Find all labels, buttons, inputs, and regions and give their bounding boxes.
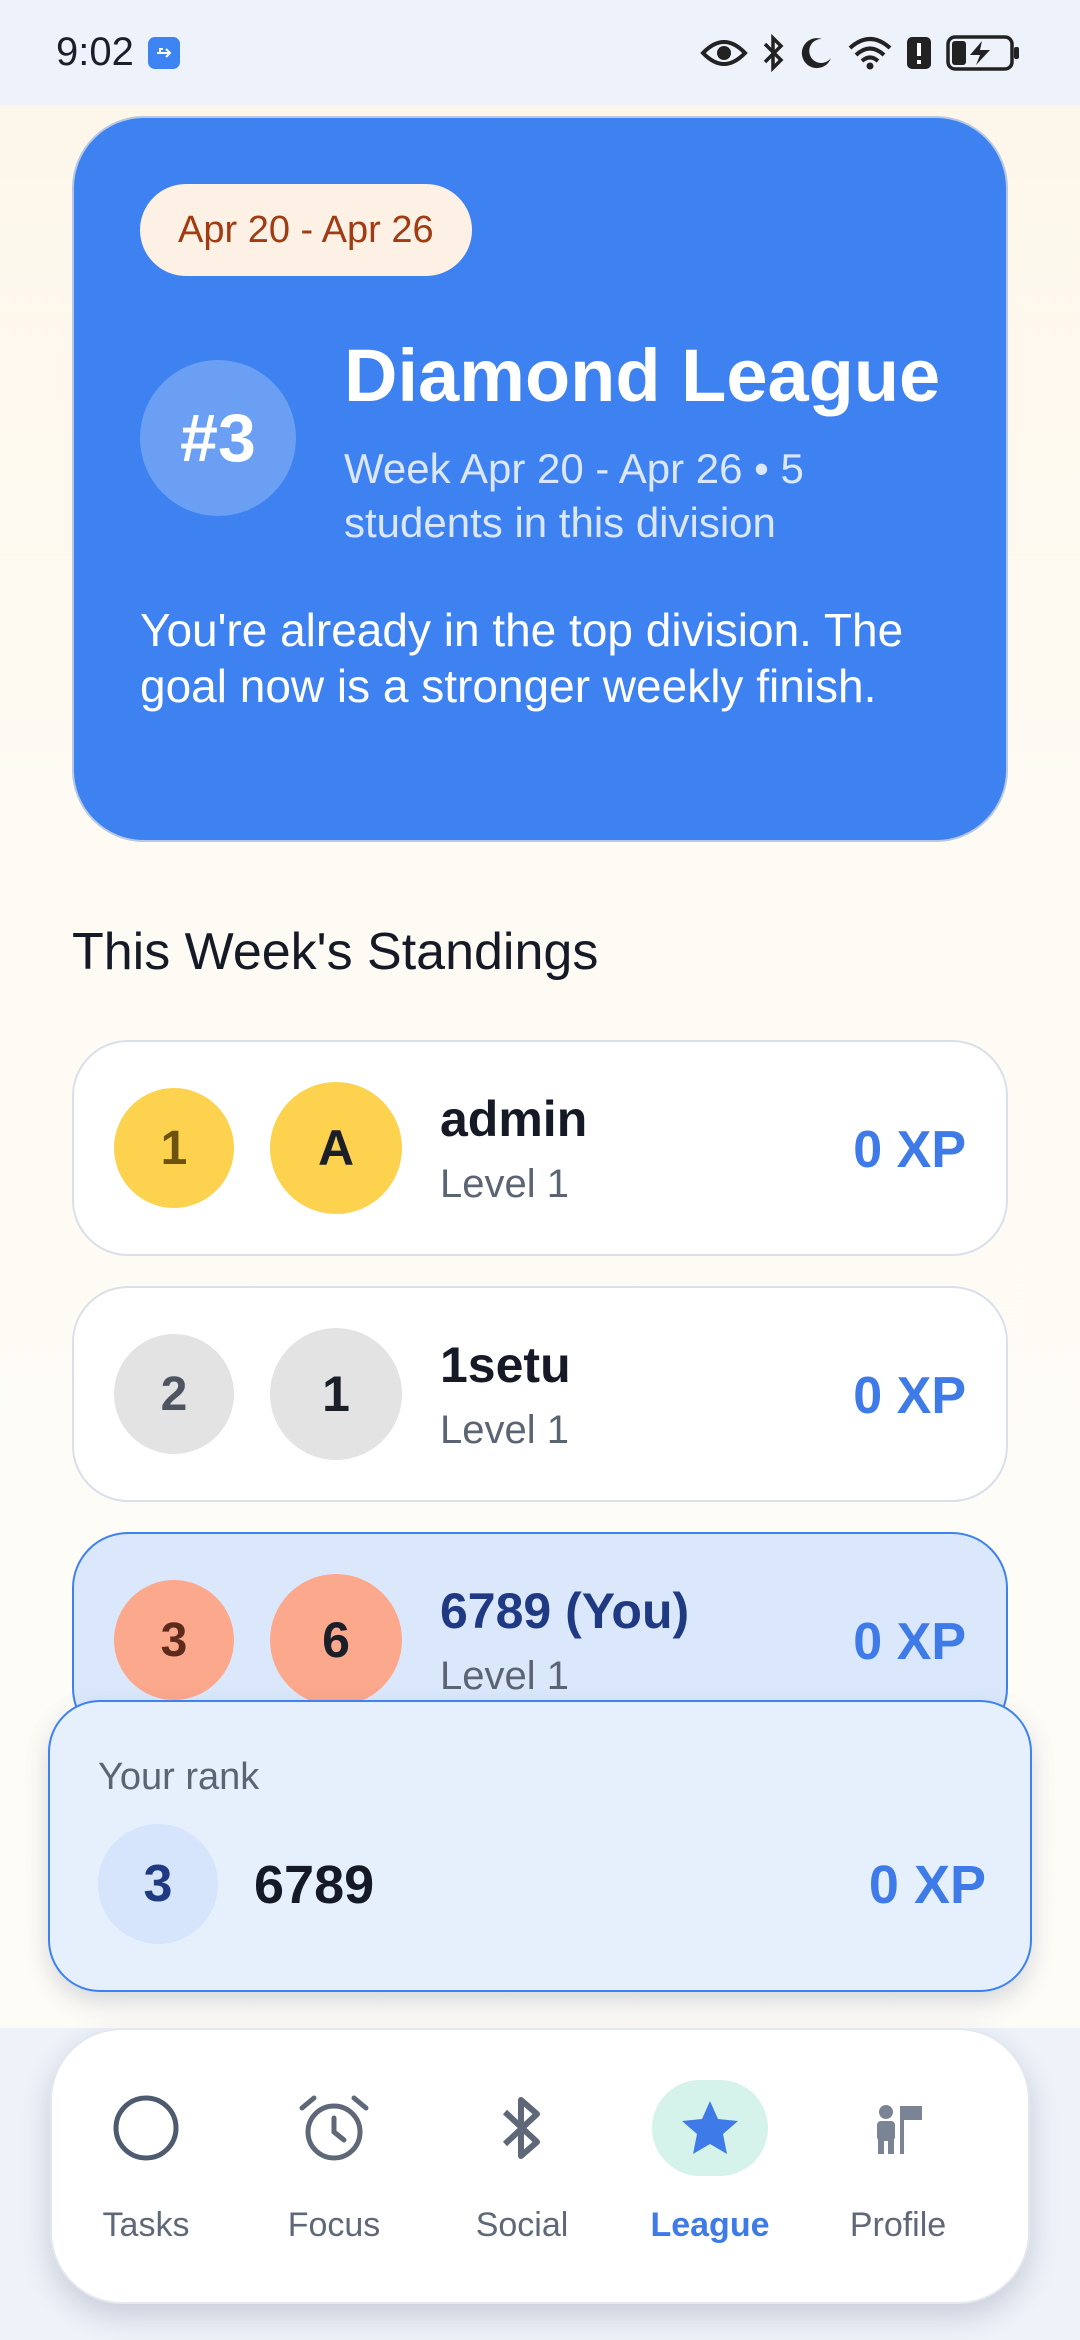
user-level: Level 1	[440, 1408, 569, 1452]
nav-label: Tasks	[102, 2206, 190, 2244]
wifi-icon	[848, 36, 892, 70]
bluetooth-icon	[762, 33, 786, 72]
your-rank-label: Your rank	[98, 1756, 260, 1798]
league-hero-card: Apr 20 - Apr 26 #3 Diamond League Week A…	[72, 116, 1008, 842]
avatar: 1	[270, 1328, 402, 1460]
league-message: You're already in the top division. The …	[140, 604, 904, 712]
star-icon	[652, 2080, 768, 2176]
position-badge: 3	[114, 1580, 234, 1700]
date-range-pill: Apr 20 - Apr 26	[140, 184, 472, 276]
position-badge: 2	[114, 1334, 234, 1454]
circle-icon	[88, 2080, 204, 2176]
eye-icon	[700, 37, 748, 69]
standing-row[interactable]: 2 1 1setu Level 1 0 XP	[72, 1286, 1008, 1502]
standing-row[interactable]: 1 A admin Level 1 0 XP	[72, 1040, 1008, 1256]
your-rank-position: 3	[98, 1824, 218, 1944]
nav-label: League	[650, 2206, 770, 2244]
your-rank-card[interactable]: Your rank 3 6789 0 XP	[48, 1700, 1032, 1992]
nav-tasks[interactable]: Tasks	[52, 2030, 240, 2306]
bluetooth-icon	[464, 2080, 580, 2176]
user-name: 6789 (You)	[440, 1583, 690, 1639]
bottom-nav: Tasks Focus Social League Profile	[50, 2028, 1030, 2304]
nav-label: Social	[475, 2206, 569, 2244]
your-rank-name: 6789	[254, 1855, 375, 1915]
nav-league[interactable]: League	[616, 2030, 804, 2306]
user-xp: 0 XP	[853, 1367, 966, 1425]
nav-focus[interactable]: Focus	[240, 2030, 428, 2306]
nav-social[interactable]: Social	[428, 2030, 616, 2306]
nav-label: Profile	[849, 2206, 947, 2244]
moon-icon	[800, 36, 834, 70]
status-bar: 9:02	[0, 0, 1080, 105]
battery-charging-icon	[946, 34, 1020, 71]
your-rank-xp: 0 XP	[868, 1855, 986, 1915]
avatar: 6	[270, 1574, 402, 1706]
alert-icon	[906, 36, 932, 70]
user-level: Level 1	[440, 1162, 569, 1206]
avatar: A	[270, 1082, 402, 1214]
status-bar-right	[700, 33, 1020, 72]
league-subtitle: Week Apr 20 - Apr 26 • 5 students in thi…	[344, 445, 804, 546]
league-title: Diamond League	[344, 334, 941, 417]
user-level: Level 1	[440, 1654, 569, 1698]
clock: 9:02	[56, 30, 134, 74]
status-bar-left: 9:02	[56, 30, 180, 75]
standings-title: This Week's Standings	[72, 923, 599, 981]
rank-badge: #3	[140, 360, 296, 516]
usb-icon	[147, 36, 180, 69]
user-xp: 0 XP	[853, 1613, 966, 1671]
user-name: 1setu	[440, 1337, 571, 1393]
position-badge: 1	[114, 1088, 234, 1208]
nav-profile[interactable]: Profile	[804, 2030, 992, 2306]
user-xp: 0 XP	[853, 1121, 966, 1179]
alarm-clock-icon	[276, 2080, 392, 2176]
nav-label: Focus	[287, 2206, 381, 2244]
user-name: admin	[440, 1091, 588, 1147]
person-flag-icon	[840, 2080, 956, 2176]
